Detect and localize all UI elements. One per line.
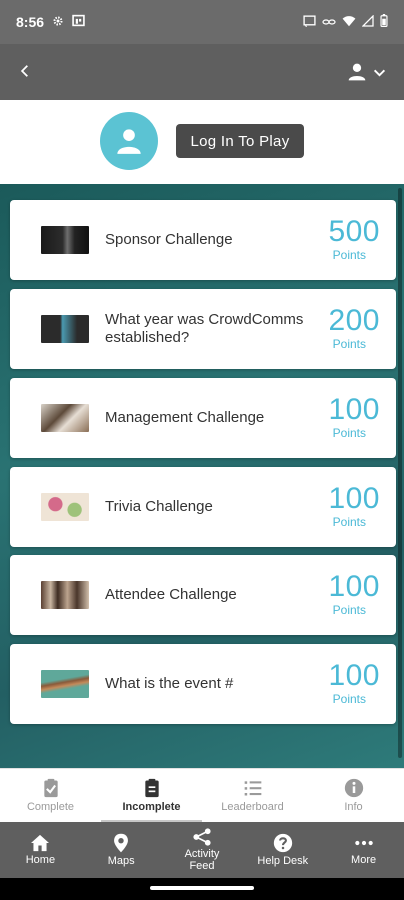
challenge-card[interactable]: Management Challenge 100 Points (10, 378, 396, 458)
challenge-card[interactable]: What year was CrowdComms established? 20… (10, 289, 396, 369)
challenge-points: 200 Points (300, 304, 380, 352)
nav-activity-feed[interactable]: Activity Feed (162, 822, 243, 878)
info-icon (344, 778, 363, 798)
challenge-tabs: Complete Incomplete Leaderboard Info (0, 768, 404, 822)
challenge-card[interactable]: Attendee Challenge 100 Points (10, 555, 396, 635)
status-icons (303, 13, 388, 30)
challenge-points: 500 Points (300, 215, 380, 263)
home-icon (31, 834, 50, 852)
wifi-icon (342, 15, 356, 30)
challenge-title: What year was CrowdComms established? (105, 311, 304, 346)
nav-maps[interactable]: Maps (81, 822, 162, 878)
profile-row: Log In To Play (0, 100, 404, 184)
bottom-navigation: Home Maps Activity Feed Help Desk More (0, 822, 404, 878)
chevron-down-icon (373, 69, 386, 77)
user-icon (348, 63, 366, 81)
challenge-thumbnail (41, 493, 89, 521)
nav-label: Activity Feed (184, 848, 220, 872)
signal-icon (361, 13, 374, 30)
cast-icon (303, 14, 316, 30)
challenge-title: Sponsor Challenge (105, 231, 233, 248)
clipboard-check-icon (43, 778, 58, 798)
challenge-list[interactable]: Sponsor Challenge 500 Points What year w… (0, 184, 404, 768)
points-value: 100 (328, 659, 380, 692)
points-value: 100 (328, 570, 380, 603)
tab-label: Info (344, 801, 363, 813)
share-icon (193, 828, 211, 846)
tab-label: Complete (26, 801, 75, 813)
challenge-title: Trivia Challenge (105, 498, 213, 515)
list-icon (244, 781, 261, 796)
points-label: Points (332, 426, 366, 440)
challenge-card[interactable]: Sponsor Challenge 500 Points (10, 200, 396, 280)
home-gesture-bar[interactable] (150, 886, 254, 890)
nav-label: Home (25, 854, 56, 866)
more-icon (354, 840, 373, 846)
login-to-play-button[interactable]: Log In To Play (176, 124, 304, 158)
challenge-thumbnail (41, 581, 89, 609)
nav-label: More (351, 854, 377, 866)
points-value: 200 (328, 304, 380, 337)
user-menu-button[interactable] (347, 62, 386, 82)
challenge-thumbnail (41, 670, 89, 698)
nav-more[interactable]: More (323, 822, 404, 878)
points-label: Points (332, 692, 366, 706)
battery-icon (380, 14, 388, 30)
status-time: 8:56 (16, 14, 45, 30)
points-label: Points (332, 515, 366, 529)
user-icon (117, 129, 141, 154)
challenge-thumbnail (41, 315, 89, 343)
app-notification-icon (72, 14, 85, 30)
nav-home[interactable]: Home (0, 822, 81, 878)
challenge-title: Management Challenge (105, 409, 265, 426)
tab-leaderboard[interactable]: Leaderboard (202, 769, 303, 822)
challenge-title: Attendee Challenge (105, 586, 237, 603)
status-bar: 8:56 (0, 0, 404, 44)
link-icon (322, 15, 336, 30)
tab-complete[interactable]: Complete (0, 769, 101, 822)
challenge-points: 100 Points (300, 659, 380, 707)
nav-label: Help Desk (257, 855, 309, 867)
challenge-card[interactable]: Trivia Challenge 100 Points (10, 467, 396, 547)
back-button[interactable] (18, 61, 42, 84)
nav-label: Maps (107, 855, 135, 867)
tab-incomplete[interactable]: Incomplete (101, 769, 202, 822)
points-label: Points (332, 603, 366, 617)
help-icon (273, 833, 292, 853)
challenge-title: What is the event # (105, 675, 234, 692)
tab-label: Leaderboard (221, 801, 284, 813)
challenge-points: 100 Points (300, 393, 380, 441)
chevron-left-icon (20, 64, 28, 77)
challenge-thumbnail (41, 226, 89, 254)
points-value: 100 (328, 482, 380, 515)
points-value: 500 (328, 215, 380, 248)
challenge-card[interactable]: What is the event # 100 Points (10, 644, 396, 724)
map-pin-icon (114, 833, 129, 853)
tab-label: Incomplete (122, 801, 181, 813)
scrollbar[interactable] (398, 188, 402, 758)
tab-info[interactable]: Info (303, 769, 404, 822)
challenge-points: 100 Points (300, 570, 380, 618)
avatar (100, 112, 158, 170)
points-value: 100 (328, 393, 380, 426)
points-label: Points (332, 248, 366, 262)
points-label: Points (332, 337, 366, 351)
clipboard-list-icon (144, 778, 159, 798)
app-bar (0, 44, 404, 100)
challenge-points: 100 Points (300, 482, 380, 530)
nav-help-desk[interactable]: Help Desk (242, 822, 323, 878)
challenge-thumbnail (41, 404, 89, 432)
settings-icon (52, 15, 64, 30)
